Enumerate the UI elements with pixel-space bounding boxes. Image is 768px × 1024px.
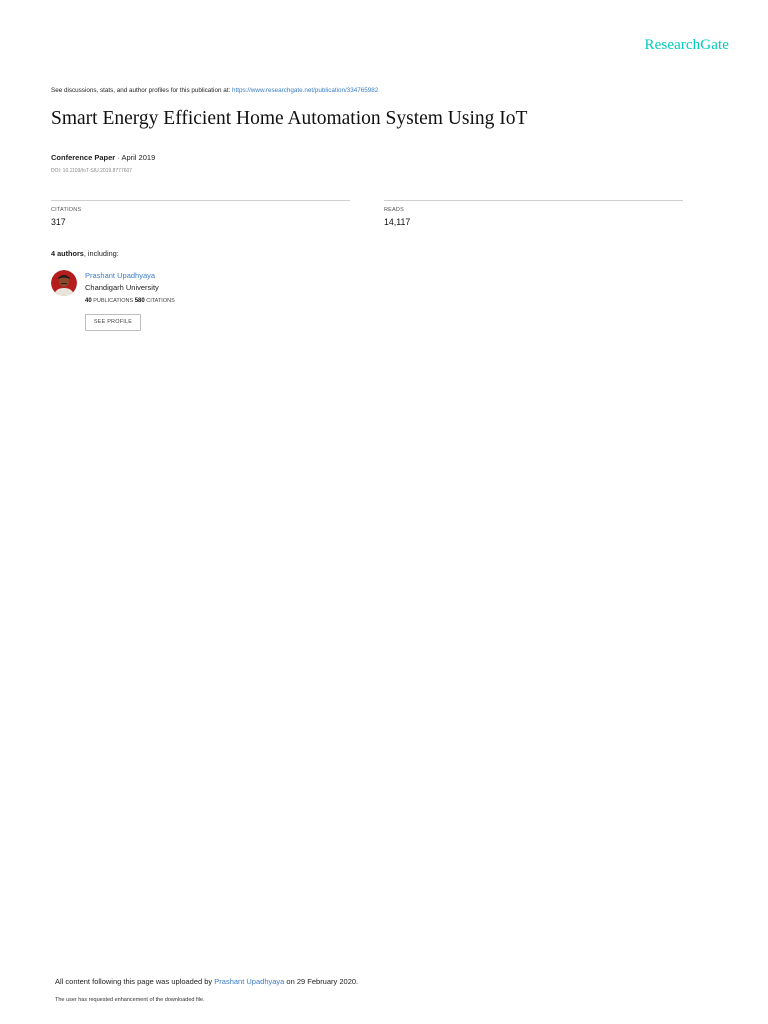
citations-stat: CITATIONS 317	[51, 200, 350, 227]
see-discussions-text: See discussions, stats, and author profi…	[51, 87, 232, 94]
footer-enhancement-note: The user has requested enhancement of th…	[55, 997, 205, 1003]
paper-doi: DOI: 10.1109/IoT-SIU.2019.8777607	[51, 168, 133, 174]
author-publications-label: PUBLICATIONS	[93, 298, 134, 304]
upload-prefix: All content following this page was uplo…	[55, 977, 215, 986]
author-name[interactable]: Prashant Upadhyaya	[85, 271, 155, 280]
see-profile-button[interactable]: SEE PROFILE	[85, 314, 141, 331]
authors-count: 4 authors	[51, 249, 84, 258]
publication-link[interactable]: https://www.researchgate.net/publication…	[232, 87, 378, 94]
authors-including: , including:	[83, 249, 119, 258]
uploader-link[interactable]: Prashant Upadhyaya	[214, 977, 284, 986]
citations-label: CITATIONS	[51, 207, 82, 213]
reads-label: READS	[384, 207, 404, 213]
author-avatar[interactable]	[51, 270, 77, 296]
paper-meta: Conference Paper · April 2019	[51, 153, 156, 162]
author-citations-label: CITATIONS	[146, 298, 175, 304]
reads-value: 14,117	[384, 217, 411, 227]
author-publications-count: 40	[85, 298, 92, 304]
author-institution: Chandigarh University	[85, 283, 159, 292]
avatar-image	[51, 270, 77, 296]
paper-type: Conference Paper	[51, 153, 116, 162]
upload-suffix: on 29 February 2020.	[284, 977, 359, 986]
researchgate-logo[interactable]: ResearchGate	[645, 37, 729, 54]
paper-title: Smart Energy Efficient Home Automation S…	[51, 108, 528, 129]
authors-heading: 4 authors, including:	[51, 249, 119, 258]
paper-date: April 2019	[121, 153, 156, 162]
footer-upload-line: All content following this page was uplo…	[55, 977, 358, 986]
citations-value: 317	[51, 217, 66, 227]
author-stats: 40 PUBLICATIONS 580 CITATIONS	[85, 298, 175, 304]
reads-stat: READS 14,117	[384, 200, 683, 227]
author-citations-count: 580	[134, 298, 145, 304]
see-discussions-line: See discussions, stats, and author profi…	[51, 87, 378, 94]
